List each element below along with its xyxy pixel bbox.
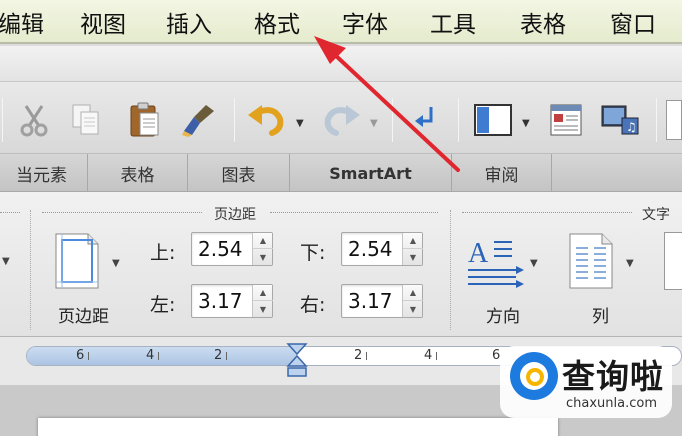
toolbar-separator bbox=[2, 98, 3, 142]
bottom-margin-stepper[interactable]: 2.54 ▲ ▼ bbox=[341, 232, 423, 266]
left-margin-value[interactable]: 3.17 bbox=[198, 289, 243, 313]
toolbar-separator bbox=[458, 98, 459, 142]
group-title-rule bbox=[0, 212, 20, 213]
menu-window[interactable]: 窗口 bbox=[610, 5, 656, 39]
toolbar-separator bbox=[392, 98, 393, 142]
ruler-margin-region bbox=[27, 347, 297, 365]
undo-icon[interactable] bbox=[244, 100, 290, 140]
increment-icon[interactable]: ▲ bbox=[253, 285, 273, 301]
cut-icon[interactable] bbox=[14, 100, 54, 140]
margins-dropdown-chevron-icon[interactable]: ▼ bbox=[112, 258, 120, 269]
toolbar-overflow-button[interactable] bbox=[666, 100, 682, 140]
decrement-icon[interactable]: ▼ bbox=[253, 249, 273, 265]
watermark-brand: 查询啦 bbox=[562, 357, 664, 396]
tab-review[interactable]: 审阅 bbox=[452, 154, 552, 192]
watermark-logo-ring bbox=[526, 368, 544, 386]
tab-smartart[interactable]: SmartArt bbox=[290, 154, 452, 192]
text-direction-icon[interactable]: A bbox=[466, 236, 526, 290]
top-margin-value[interactable]: 2.54 bbox=[198, 237, 243, 261]
group-separator bbox=[30, 210, 31, 330]
svg-text:A: A bbox=[468, 238, 489, 269]
decrement-icon[interactable]: ▼ bbox=[253, 301, 273, 317]
margins-icon[interactable] bbox=[54, 232, 100, 290]
undo-dropdown-chevron-icon[interactable]: ▼ bbox=[296, 118, 304, 129]
top-margin-stepper[interactable]: 2.54 ▲ ▼ bbox=[191, 232, 273, 266]
increment-icon[interactable]: ▲ bbox=[403, 233, 423, 249]
redo-icon[interactable] bbox=[318, 100, 364, 140]
svg-text:♫: ♫ bbox=[626, 120, 637, 134]
more-text-options-button[interactable] bbox=[664, 232, 682, 290]
document-page[interactable] bbox=[38, 418, 558, 436]
bottom-margin-value[interactable]: 2.54 bbox=[348, 237, 393, 261]
chevron-down-icon[interactable]: ▼ bbox=[2, 256, 10, 267]
ruler-tick bbox=[158, 352, 159, 360]
text-group-title: 文字 bbox=[642, 207, 670, 223]
tab-tables[interactable]: 表格 bbox=[88, 154, 188, 192]
stepper-arrows: ▲ ▼ bbox=[402, 233, 423, 265]
right-margin-stepper[interactable]: 3.17 ▲ ▼ bbox=[341, 284, 423, 318]
direction-dropdown-chevron-icon[interactable]: ▼ bbox=[530, 258, 538, 269]
bottom-margin-label: 下: bbox=[300, 242, 326, 264]
margins-button-label[interactable]: 页边距 bbox=[58, 302, 109, 327]
ruler-number: 4 bbox=[146, 348, 155, 363]
decrement-icon[interactable]: ▼ bbox=[403, 301, 423, 317]
sidebar-dropdown-chevron-icon[interactable]: ▼ bbox=[522, 118, 530, 129]
left-margin-label: 左: bbox=[150, 294, 176, 316]
menu-view[interactable]: 视图 bbox=[80, 5, 126, 39]
menu-bar: 编辑 视图 插入 格式 字体 工具 表格 窗口 bbox=[0, 0, 682, 44]
paragraph-return-icon[interactable] bbox=[410, 100, 440, 140]
ruler-number: 2 bbox=[214, 348, 223, 363]
ruler-tick bbox=[226, 352, 227, 360]
columns-icon[interactable] bbox=[568, 232, 614, 290]
ruler-number: 6 bbox=[76, 348, 85, 363]
watermark-url: chaxunla.com bbox=[566, 396, 657, 411]
copy-icon[interactable] bbox=[66, 100, 106, 140]
stepper-arrows: ▲ ▼ bbox=[252, 233, 273, 265]
menu-font[interactable]: 字体 bbox=[342, 5, 388, 39]
ruler-tick bbox=[366, 352, 367, 360]
ruler-number: 2 bbox=[354, 348, 363, 363]
right-margin-label: 右: bbox=[300, 294, 326, 316]
right-margin-value[interactable]: 3.17 bbox=[348, 289, 393, 313]
stepper-arrows: ▲ ▼ bbox=[252, 285, 273, 317]
decrement-icon[interactable]: ▼ bbox=[403, 249, 423, 265]
tab-charts[interactable]: 图表 bbox=[188, 154, 290, 192]
format-painter-icon[interactable] bbox=[178, 100, 222, 140]
left-margin-stepper[interactable]: 3.17 ▲ ▼ bbox=[191, 284, 273, 318]
columns-button-label[interactable]: 列 bbox=[592, 302, 609, 327]
increment-icon[interactable]: ▲ bbox=[403, 285, 423, 301]
toolbar-separator bbox=[234, 98, 235, 142]
redo-dropdown-chevron-icon[interactable]: ▼ bbox=[370, 118, 378, 129]
top-margin-label: 上: bbox=[150, 242, 176, 264]
sidebar-icon[interactable] bbox=[470, 100, 516, 140]
toolbar-separator bbox=[656, 98, 657, 142]
group-title-rule bbox=[462, 212, 632, 213]
menu-tools[interactable]: 工具 bbox=[430, 5, 476, 39]
indent-marker-icon[interactable] bbox=[286, 342, 308, 378]
tab-document-elements[interactable]: 当元素 bbox=[0, 154, 88, 192]
standard-toolbar: ▼ ▼ ▼ ♫ bbox=[0, 82, 682, 154]
margins-group-title: 页边距 bbox=[214, 207, 256, 223]
columns-dropdown-chevron-icon[interactable]: ▼ bbox=[626, 258, 634, 269]
increment-icon[interactable]: ▲ bbox=[253, 233, 273, 249]
ribbon-tabs: 当元素 表格 图表 SmartArt 审阅 bbox=[0, 154, 682, 192]
ruler-tick bbox=[436, 352, 437, 360]
window-titlebar bbox=[0, 46, 682, 82]
ruler-number: 4 bbox=[424, 348, 433, 363]
ruler-tick bbox=[88, 352, 89, 360]
menu-format[interactable]: 格式 bbox=[254, 5, 300, 39]
paste-icon[interactable] bbox=[124, 100, 166, 140]
menu-table[interactable]: 表格 bbox=[520, 5, 566, 39]
group-title-rule bbox=[270, 212, 438, 213]
menu-insert[interactable]: 插入 bbox=[166, 5, 212, 39]
group-title-rule bbox=[42, 212, 202, 213]
gallery-icon[interactable] bbox=[546, 100, 586, 140]
stepper-arrows: ▲ ▼ bbox=[402, 285, 423, 317]
menu-edit[interactable]: 编辑 bbox=[0, 5, 44, 39]
media-browser-icon[interactable]: ♫ bbox=[598, 100, 642, 140]
direction-button-label[interactable]: 方向 bbox=[486, 302, 520, 327]
group-separator bbox=[450, 210, 451, 330]
